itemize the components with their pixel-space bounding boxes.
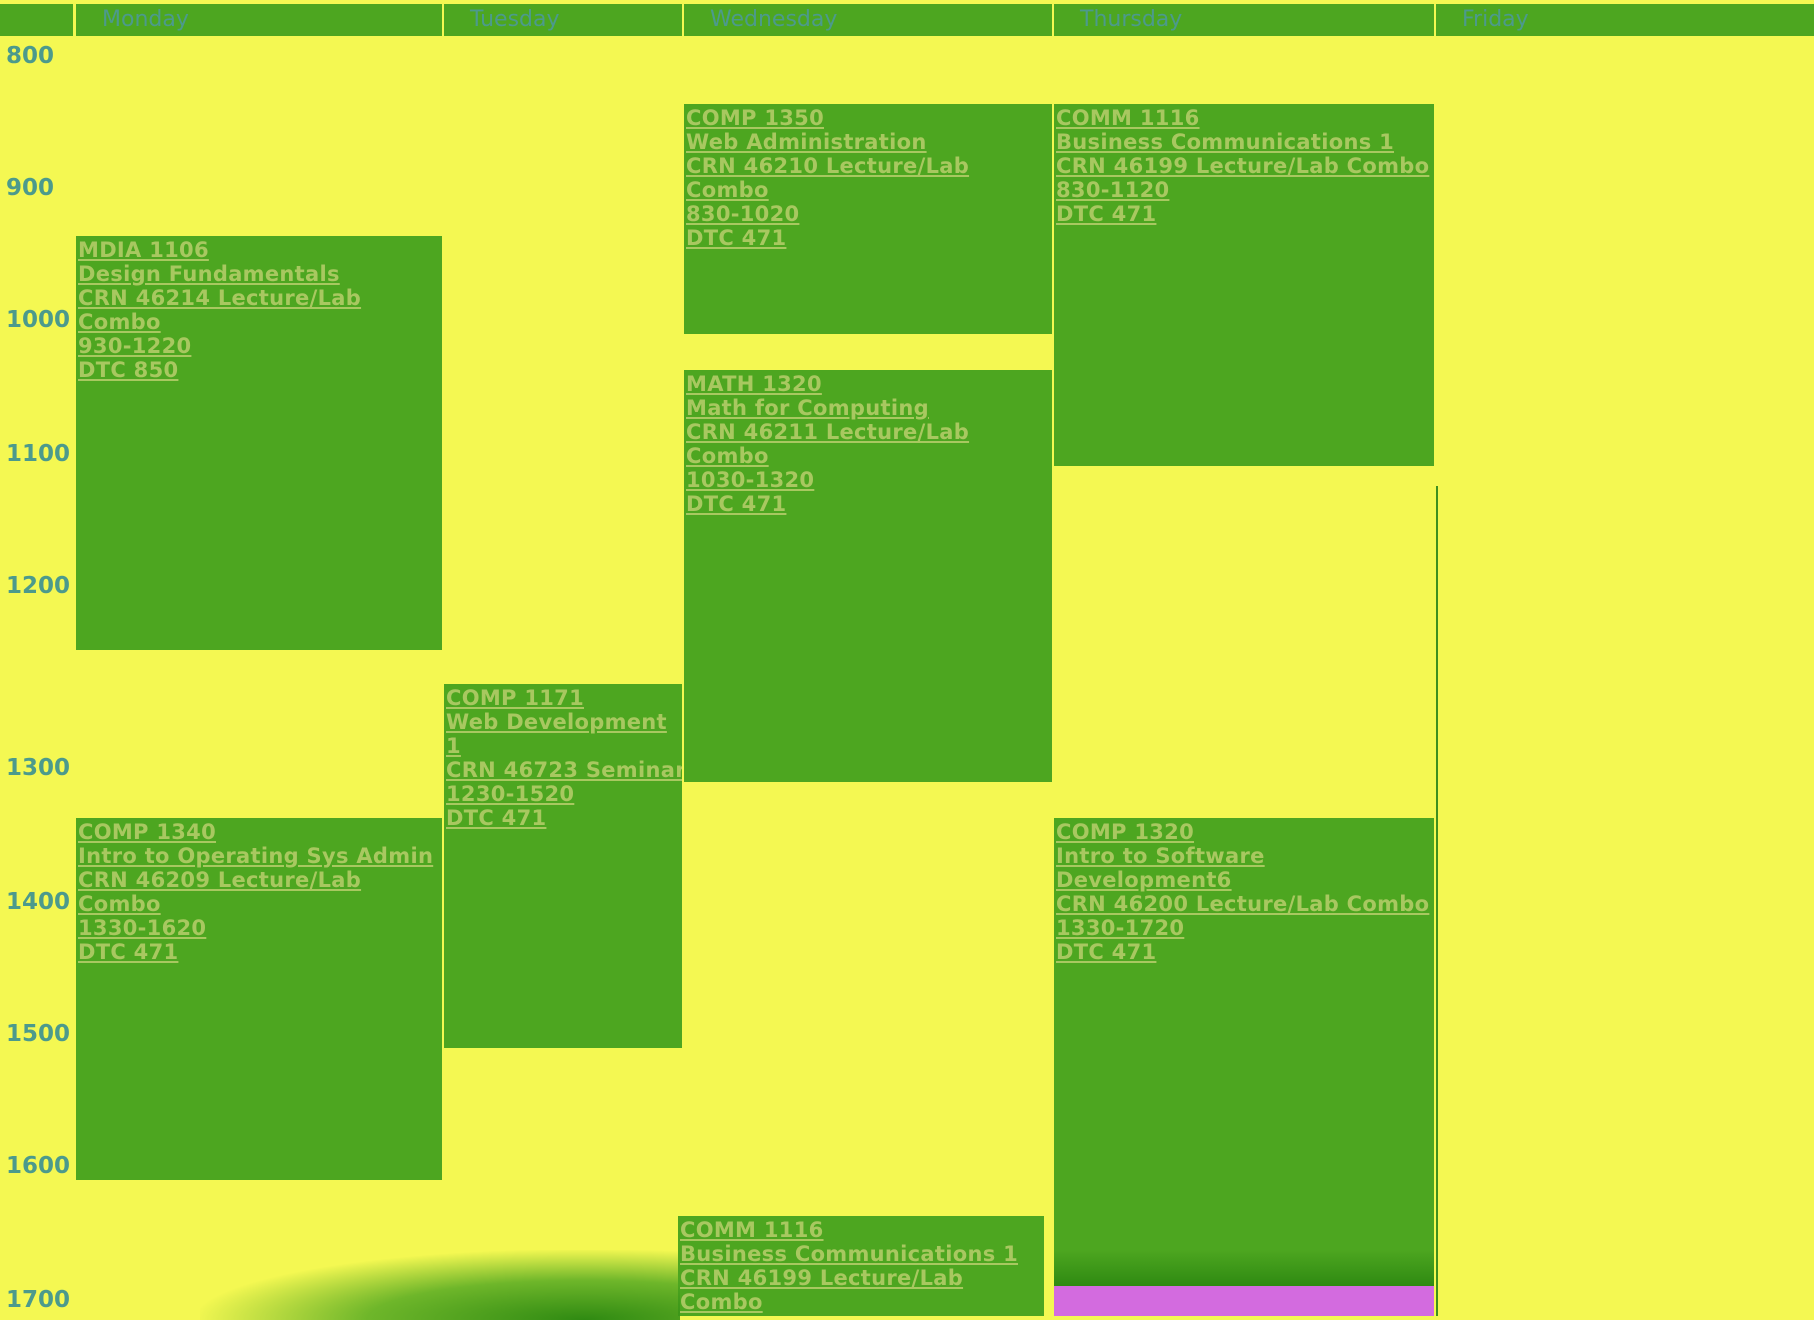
- header-friday: Friday: [1436, 4, 1814, 36]
- event-course-title[interactable]: Intro to Operating Sys Admin: [78, 844, 442, 868]
- event-crn[interactable]: CRN 46214 Lecture/Lab: [78, 286, 442, 310]
- event-crn[interactable]: CRN 46199 Lecture/Lab: [680, 1266, 1044, 1290]
- event-room[interactable]: DTC 471: [686, 492, 1052, 516]
- event-comp-1350[interactable]: COMP 1350 Web Administration CRN 46210 L…: [684, 104, 1052, 334]
- event-crn[interactable]: CRN 46211 Lecture/Lab: [686, 420, 1052, 444]
- event-crn-type[interactable]: Combo: [78, 892, 442, 916]
- event-crn-type[interactable]: Combo: [78, 310, 442, 334]
- event-course-code[interactable]: COMP 1340: [78, 820, 442, 844]
- bottom-shadow: [200, 1250, 680, 1320]
- event-crn-type[interactable]: Combo: [686, 178, 1052, 202]
- time-label-1000: 1000: [6, 307, 71, 333]
- event-course-code[interactable]: MDIA 1106: [78, 238, 442, 262]
- event-time-range[interactable]: 830-1120: [1056, 178, 1434, 202]
- event-course-code[interactable]: COMM 1116: [680, 1218, 1044, 1242]
- event-time-range[interactable]: 830-1020: [686, 202, 1052, 226]
- event-comm-1116-thursday[interactable]: COMM 1116 Business Communications 1 CRN …: [1054, 104, 1434, 466]
- time-label-1300: 1300: [6, 755, 71, 781]
- event-course-title[interactable]: Business Communications 1: [1056, 130, 1434, 154]
- event-crn-type[interactable]: Combo: [686, 444, 1052, 468]
- event-course-title-cont[interactable]: Development6: [1056, 868, 1434, 892]
- time-label-1100: 1100: [6, 441, 71, 467]
- event-course-title[interactable]: Math for Computing: [686, 396, 1052, 420]
- event-course-code[interactable]: COMM 1116: [1056, 106, 1434, 130]
- header-thursday: Thursday: [1054, 4, 1434, 36]
- event-course-title-cont[interactable]: 1: [446, 734, 682, 758]
- event-room[interactable]: DTC 471: [78, 940, 442, 964]
- event-course-title[interactable]: Intro to Software: [1056, 844, 1434, 868]
- event-crn[interactable]: CRN 46210 Lecture/Lab: [686, 154, 1052, 178]
- event-crn[interactable]: CRN 46199 Lecture/Lab Combo: [1056, 154, 1434, 178]
- event-course-title[interactable]: Business Communications 1: [680, 1242, 1044, 1266]
- event-course-code[interactable]: COMP 1350: [686, 106, 1052, 130]
- event-crn[interactable]: CRN 46200 Lecture/Lab Combo: [1056, 892, 1434, 916]
- event-room[interactable]: DTC 471: [1056, 940, 1434, 964]
- event-time-range[interactable]: 1030-1320: [686, 468, 1052, 492]
- event-course-title[interactable]: Web Administration: [686, 130, 1052, 154]
- event-course-title[interactable]: Design Fundamentals: [78, 262, 442, 286]
- event-course-code[interactable]: COMP 1171: [446, 686, 682, 710]
- event-comp-1320[interactable]: COMP 1320 Intro to Software Development6…: [1054, 818, 1434, 1316]
- event-course-code[interactable]: COMP 1320: [1056, 820, 1434, 844]
- time-label-1500: 1500: [6, 1021, 71, 1047]
- event-comm-1116-wednesday[interactable]: COMM 1116 Business Communications 1 CRN …: [678, 1216, 1044, 1316]
- event-time-range[interactable]: 930-1220: [78, 334, 442, 358]
- day-header-row: Monday Tuesday Wednesday Thursday Friday: [0, 0, 1814, 38]
- event-time-range[interactable]: 1330-1620: [78, 916, 442, 940]
- event-math-1320[interactable]: MATH 1320 Math for Computing CRN 46211 L…: [684, 370, 1052, 782]
- event-comp-1171[interactable]: COMP 1171 Web Development 1 CRN 46723 Se…: [444, 684, 682, 1048]
- time-label-1600: 1600: [6, 1153, 71, 1179]
- event-time-range[interactable]: 1230-1520: [446, 782, 682, 806]
- corner-cell: [0, 4, 73, 36]
- header-wednesday: Wednesday: [684, 4, 1052, 36]
- event-room[interactable]: DTC 471: [446, 806, 682, 830]
- time-label-1700: 1700: [6, 1287, 71, 1313]
- event-comp-1340[interactable]: COMP 1340 Intro to Operating Sys Admin C…: [76, 818, 442, 1180]
- event-room[interactable]: DTC 471: [686, 226, 1052, 250]
- friday-divider-line: [1436, 486, 1438, 1316]
- event-course-title[interactable]: Web Development: [446, 710, 682, 734]
- event-crn[interactable]: CRN 46209 Lecture/Lab: [78, 868, 442, 892]
- event-mdia-1106[interactable]: MDIA 1106 Design Fundamentals CRN 46214 …: [76, 236, 442, 650]
- time-label-1400: 1400: [6, 889, 71, 915]
- event-room[interactable]: DTC 850: [78, 358, 442, 382]
- header-tuesday: Tuesday: [444, 4, 682, 36]
- time-label-800: 800: [6, 43, 55, 69]
- time-label-1200: 1200: [6, 573, 71, 599]
- event-time-range[interactable]: 1330-1720: [1056, 916, 1434, 940]
- time-label-900: 900: [6, 175, 55, 201]
- event-course-code[interactable]: MATH 1320: [686, 372, 1052, 396]
- header-monday: Monday: [76, 4, 442, 36]
- event-crn-type[interactable]: Combo: [680, 1290, 1044, 1314]
- event-room[interactable]: DTC 471: [1056, 202, 1434, 226]
- event-crn[interactable]: CRN 46723 Seminar: [446, 758, 682, 782]
